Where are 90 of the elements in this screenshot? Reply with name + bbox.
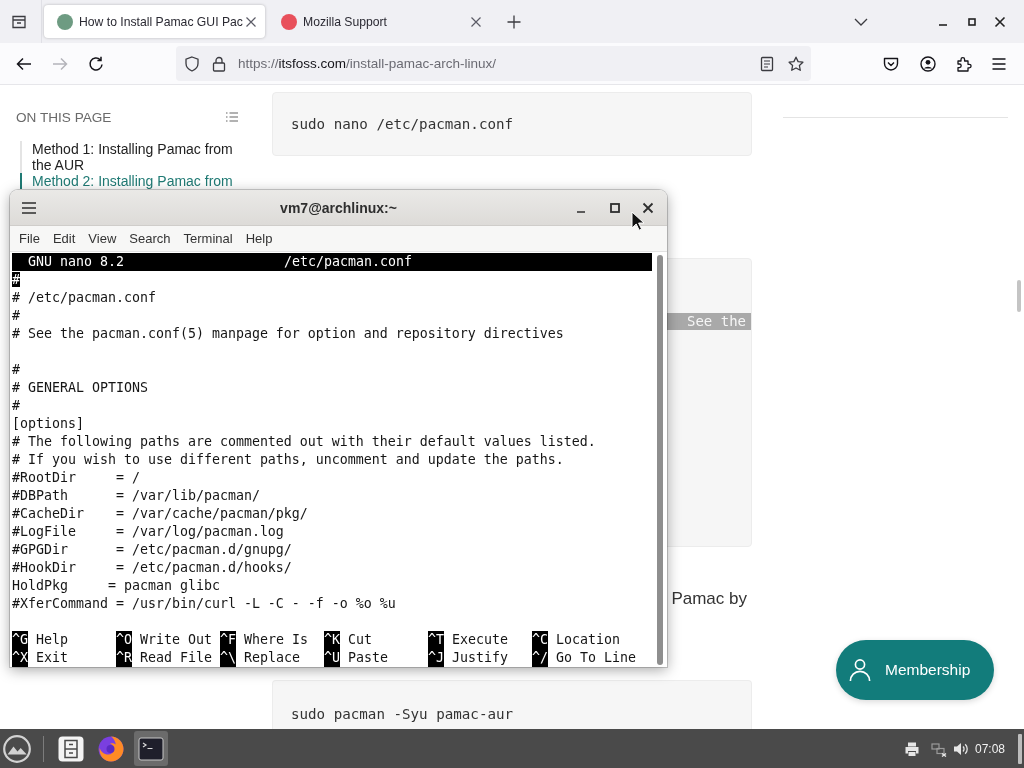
shortcut-key: ^C	[532, 631, 548, 649]
editor-name: GNU nano 8.2	[28, 253, 125, 271]
box-icon[interactable]	[11, 13, 27, 30]
shortcut-key: ^/	[532, 649, 548, 667]
membership-button[interactable]: Membership	[836, 640, 994, 700]
editor-line: # If you wish to use different paths, uncomment and update the paths.	[12, 451, 564, 469]
shortcut-label: Execute	[452, 631, 508, 649]
address-bar[interactable]: https://itsfoss.com/install-pamac-arch-linux/	[176, 46, 811, 81]
editor-line: #LogFile = /var/log/pacman.log	[12, 523, 284, 541]
menu-item[interactable]: View	[82, 231, 123, 246]
toc-heading: ON THIS PAGE	[16, 109, 112, 125]
editor-line: #	[12, 397, 20, 415]
toc-link[interactable]: Method 1: Installing Pamac from the AUR	[20, 141, 246, 173]
editor-line: [options]	[12, 415, 84, 433]
editor-line: #DBPath = /var/lib/pacman/	[12, 487, 260, 505]
scrollbar-thumb[interactable]	[1017, 280, 1021, 312]
browser-tab[interactable]: How to Install Pamac GUI Pac	[44, 5, 265, 38]
shortcut-key: ^J	[428, 649, 444, 667]
shortcut-key: ^K	[324, 631, 340, 649]
menu-item[interactable]: Help	[239, 231, 279, 246]
shield-icon[interactable]	[184, 55, 200, 72]
shortcut-label: Write Out	[140, 631, 212, 649]
puzzle-icon[interactable]	[956, 55, 972, 72]
shortcut-key: ^U	[324, 649, 340, 667]
shortcut-label: Paste	[348, 649, 388, 667]
file-name: /etc/pacman.conf	[284, 253, 412, 271]
editor-line: #RootDir = /	[12, 469, 140, 487]
paragraph-text: Pamac by	[671, 590, 747, 608]
shortcut-label: Where Is	[244, 631, 308, 649]
person-icon	[849, 658, 871, 682]
shortcut-label: Location	[556, 631, 620, 649]
shortcut-key: ^T	[428, 631, 444, 649]
maximize-icon[interactable]	[609, 201, 621, 214]
back-arrow-icon[interactable]	[16, 55, 32, 72]
editor-line: #GPGDir = /etc/pacman.d/gnupg/	[12, 541, 292, 559]
printer-icon[interactable]	[903, 740, 920, 757]
account-icon[interactable]	[920, 55, 936, 72]
shortcut-key: ^X	[12, 649, 28, 667]
menu-item[interactable]: Search	[123, 231, 177, 246]
close-icon[interactable]	[993, 14, 1007, 29]
editor-line: #	[12, 307, 20, 325]
menu-item[interactable]: File	[13, 231, 46, 246]
browser-icon	[98, 735, 124, 762]
scrollbar-thumb[interactable]	[657, 255, 663, 665]
editor-line: #	[12, 361, 20, 379]
network-icon[interactable]	[930, 740, 947, 757]
shortcut-key: ^R	[116, 649, 132, 667]
shortcut-label: Justify	[452, 649, 508, 667]
editor-line: # /etc/pacman.conf	[12, 289, 156, 307]
shortcut-key: ^F	[220, 631, 236, 649]
menu-icon[interactable]	[991, 55, 1007, 72]
close-icon[interactable]	[642, 201, 654, 214]
speaker-icon[interactable]	[952, 740, 969, 757]
editor-line: #HookDir = /etc/pacman.d/hooks/	[12, 559, 292, 577]
url-text[interactable]: https://itsfoss.com/install-pamac-arch-linux/	[238, 56, 497, 71]
plus-icon[interactable]	[507, 14, 521, 29]
shortcut-key: ^\	[220, 649, 236, 667]
menu-icon[interactable]	[21, 199, 37, 216]
close-icon[interactable]	[245, 15, 257, 28]
browser-tab[interactable]: Mozilla Support	[270, 5, 490, 38]
editor-line: # See the pacman.conf(5) manpage for option and repository directives	[12, 325, 564, 343]
shortcut-label: Help	[36, 631, 68, 649]
code-block: sudo nano /etc/pacman.conf	[272, 92, 752, 156]
shortcut-label: Exit	[36, 649, 68, 667]
terminal-icon	[138, 735, 164, 762]
reload-icon[interactable]	[88, 55, 104, 72]
editor-line: #XferCommand = /usr/bin/curl -L -C - -f -o %o %u	[12, 595, 396, 613]
document-icon[interactable]	[759, 55, 775, 72]
taskbar-app-button[interactable]	[134, 731, 168, 766]
editor-line: HoldPkg = pacman glibc	[12, 577, 220, 595]
clock-text[interactable]: 07:08	[974, 741, 1005, 756]
file-cabinet-icon	[58, 735, 84, 762]
show-desktop-button[interactable]	[1018, 733, 1022, 764]
menu-item[interactable]: Edit	[46, 231, 82, 246]
editor-line: # The following paths are commented out with their default values listed.	[12, 433, 596, 451]
star-icon[interactable]	[788, 55, 804, 72]
window-title: vm7@archlinux:~	[280, 199, 397, 216]
shortcut-key: ^G	[12, 631, 28, 649]
editor-line: #CacheDir = /var/cache/pacman/pkg/	[12, 505, 308, 523]
lock-icon[interactable]	[211, 55, 227, 72]
shortcut-key: ^O	[116, 631, 132, 649]
mountain-logo-icon[interactable]	[3, 734, 31, 763]
shortcut-label: Read File	[140, 649, 212, 667]
editor-line: # GENERAL OPTIONS	[12, 379, 148, 397]
pouch-icon[interactable]	[883, 55, 899, 72]
shortcut-label: Go To Line	[556, 649, 636, 667]
shortcut-label: Cut	[348, 631, 372, 649]
menu-item[interactable]: Terminal	[177, 231, 239, 246]
shortcut-label: Replace	[244, 649, 300, 667]
code-block: sudo pacman -Syu pamac-aur	[272, 680, 752, 729]
